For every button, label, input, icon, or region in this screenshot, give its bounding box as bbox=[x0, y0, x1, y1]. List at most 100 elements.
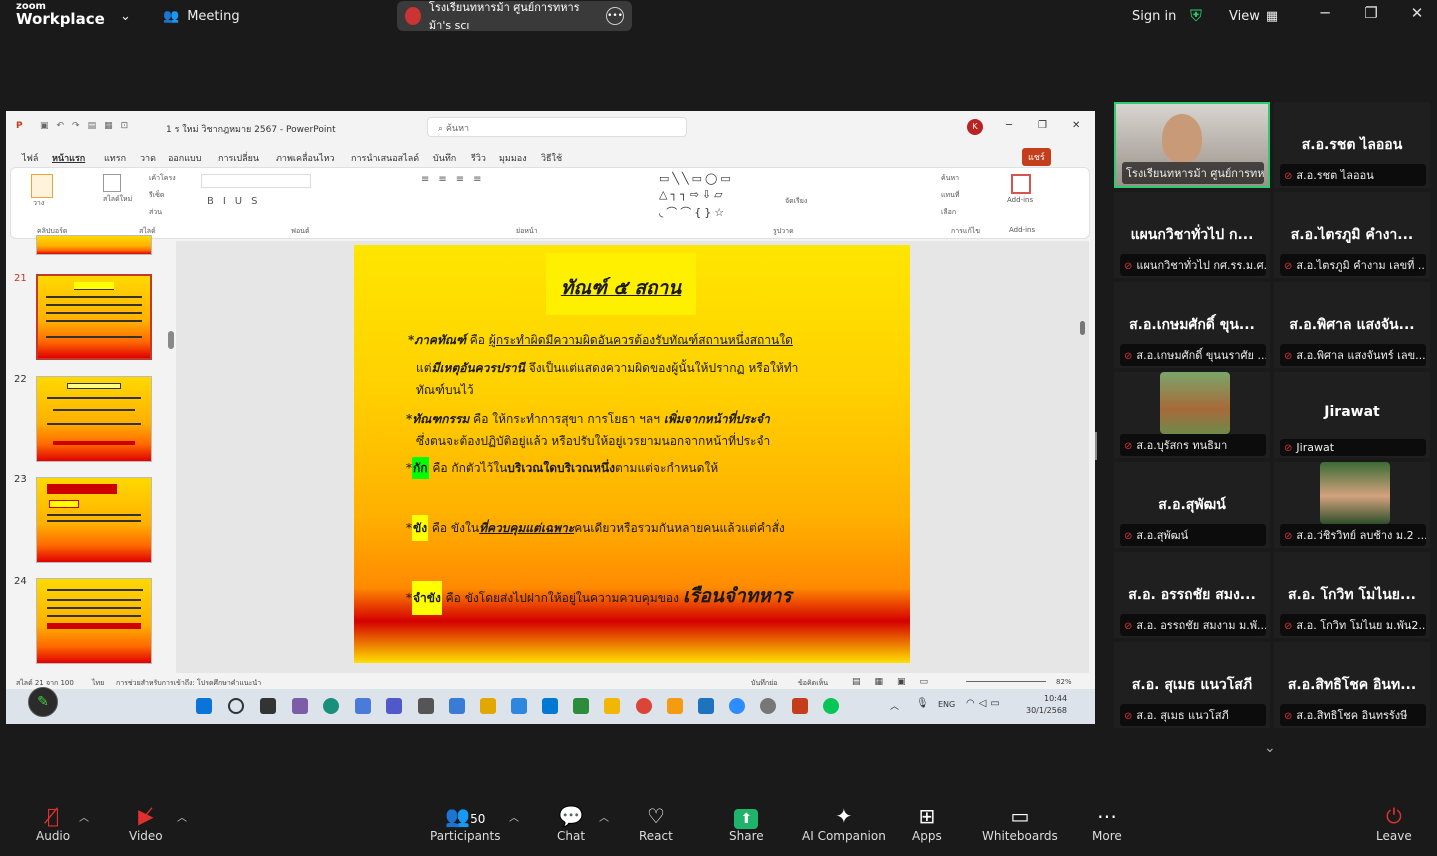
edge-icon[interactable] bbox=[323, 698, 339, 714]
mic-tray-icon[interactable]: 🎙 bbox=[916, 698, 929, 709]
paste-icon[interactable] bbox=[31, 174, 53, 198]
calendar-icon[interactable] bbox=[511, 698, 527, 714]
tab-home[interactable]: หน้าแรก bbox=[52, 151, 85, 165]
participant-tile[interactable]: ส.อ.ไตรภูมิ คำงา... ⊘ ส.อ.ไตรภูมิ คำงาม เล… bbox=[1274, 192, 1430, 278]
clock-time[interactable]: 10:44 bbox=[1044, 694, 1067, 703]
maximize-icon[interactable]: ❐ bbox=[1356, 4, 1386, 22]
app-icon[interactable] bbox=[480, 698, 496, 714]
find-button[interactable]: ค้นหา bbox=[941, 173, 959, 184]
tab-transitions[interactable]: การเปลี่ยน bbox=[218, 151, 259, 165]
participant-tile[interactable]: Jirawat ⊘ Jirawat bbox=[1274, 372, 1430, 458]
participant-tile[interactable]: ส.อ.สิทธิโชค อินท... ⊘ ส.อ.สิทธิโชค อินทรร… bbox=[1274, 642, 1430, 728]
apps-button[interactable]: ⊞ Apps bbox=[912, 803, 942, 843]
slide-thumb-20[interactable] bbox=[36, 235, 152, 255]
leave-button[interactable]: ⏻ Leave bbox=[1376, 803, 1412, 843]
app-icon[interactable] bbox=[573, 698, 589, 714]
participant-tile[interactable]: ส.อ. สุเมธ แนวโสภี ⊘ ส.อ. สุเมธ แนวโสภี bbox=[1114, 642, 1270, 728]
zoom-percent[interactable]: 82% bbox=[1056, 678, 1072, 686]
view-mode-icons[interactable]: ▤▦▣▭ bbox=[852, 677, 942, 687]
search-icon[interactable] bbox=[228, 698, 244, 714]
participant-tile[interactable]: ⊘ ส.อ.บุรัสกร ทนธิมา bbox=[1114, 372, 1270, 458]
tab-view[interactable]: มุมมอง bbox=[499, 151, 527, 165]
share-source-pill[interactable]: โรงเรียนทหารม้า ศูนย์การทหารม้า's scı ••… bbox=[397, 1, 632, 32]
quick-access-icons[interactable]: ▣↶↷▤▦⊡ bbox=[40, 121, 136, 131]
folder-icon[interactable] bbox=[604, 698, 620, 714]
font-format-icons[interactable]: BIUS bbox=[207, 196, 266, 207]
slide-thumb-22[interactable] bbox=[36, 376, 152, 462]
task-view-icon[interactable] bbox=[260, 698, 276, 714]
chrome-icon[interactable] bbox=[636, 698, 652, 714]
tray-icons[interactable]: ◠◁▭ bbox=[966, 698, 1004, 709]
react-button[interactable]: ♡ React bbox=[639, 803, 673, 843]
app-icon[interactable] bbox=[698, 698, 714, 714]
meeting-button[interactable]: 👥 Meeting bbox=[163, 0, 240, 32]
participants-caret-icon[interactable]: ︿ bbox=[509, 809, 519, 824]
canvas-scrollbar[interactable] bbox=[1080, 321, 1085, 335]
line-icon[interactable] bbox=[823, 698, 839, 714]
slide-thumb-23[interactable] bbox=[36, 477, 152, 563]
shapes-gallery-row2[interactable]: △┐┐⇨⇩▱ bbox=[659, 188, 726, 201]
zoom-app-icon[interactable] bbox=[729, 698, 745, 714]
addins-button[interactable]: Add-ins bbox=[1007, 196, 1033, 204]
tab-help[interactable]: วิธีใช้ bbox=[541, 151, 562, 165]
participant-tile[interactable]: ส.อ.สุพัฒน์ ⊘ ส.อ.สุพัฒน์ bbox=[1114, 462, 1270, 548]
ppt-share-button[interactable]: แชร์ bbox=[1022, 148, 1051, 166]
gallery-chevron-down-icon[interactable]: ⌄ bbox=[1264, 740, 1276, 756]
participant-tile[interactable]: แผนกวิชาทั่วไป ก... ⊘ แผนกวิชาทั่วไป กศ.รร… bbox=[1114, 192, 1270, 278]
tab-animations[interactable]: ภาพเคลื่อนไหว bbox=[276, 151, 335, 165]
ppt-minimize-icon[interactable]: ─ bbox=[1006, 120, 1012, 131]
participant-tile[interactable]: ส.อ. โกวิท โมไนย... ⊘ ส.อ. โกวิท โมไนย ม.พ… bbox=[1274, 552, 1430, 638]
addins-icon[interactable] bbox=[1011, 174, 1031, 194]
clock-date[interactable]: 30/1/2568 bbox=[1026, 706, 1067, 715]
app-icon[interactable] bbox=[667, 698, 683, 714]
clock-icon[interactable] bbox=[418, 698, 434, 714]
replace-button[interactable]: แทนที่ bbox=[941, 190, 960, 201]
new-slide-button[interactable]: สไลด์ใหม่ bbox=[103, 194, 132, 205]
slide-thumb-24[interactable] bbox=[36, 578, 152, 664]
divider-handle[interactable] bbox=[1095, 432, 1097, 460]
paragraph-icons[interactable]: ≡≡≡≡ bbox=[421, 174, 491, 185]
whiteboards-button[interactable]: ▭ Whiteboards bbox=[982, 803, 1058, 843]
minimize-icon[interactable]: ─ bbox=[1310, 4, 1340, 22]
participants-button[interactable]: 👥50 Participants bbox=[430, 803, 501, 843]
pen-icon[interactable]: ✎ bbox=[28, 687, 58, 717]
video-caret-icon[interactable]: ︿ bbox=[177, 809, 187, 824]
more-icon[interactable]: ••• bbox=[606, 7, 624, 25]
app-icon[interactable] bbox=[355, 698, 371, 714]
reset-button[interactable]: รีเซ็ต bbox=[149, 190, 164, 201]
tab-design[interactable]: ออกแบบ bbox=[168, 151, 202, 165]
tab-draw[interactable]: วาด bbox=[140, 151, 156, 165]
audio-caret-icon[interactable]: ︿ bbox=[79, 809, 89, 824]
settings-icon[interactable] bbox=[760, 698, 776, 714]
select-button[interactable]: เลือก bbox=[941, 207, 956, 218]
notes-button[interactable]: บันทึกย่อ bbox=[751, 678, 777, 689]
status-language[interactable]: ไทย bbox=[92, 678, 104, 689]
language-indicator[interactable]: ENG bbox=[938, 700, 955, 709]
paste-button[interactable]: วาง bbox=[33, 198, 44, 209]
video-button[interactable]: ▶̸ Video bbox=[129, 803, 163, 843]
user-avatar[interactable]: K bbox=[967, 119, 983, 135]
tray-chevron-icon[interactable]: ︿ bbox=[890, 699, 899, 712]
calculator-icon[interactable] bbox=[449, 698, 465, 714]
chat-button[interactable]: 💬 Chat bbox=[557, 803, 585, 843]
shapes-gallery-row3[interactable]: ◟⌒⌒{}☆ bbox=[659, 204, 727, 220]
close-icon[interactable]: ✕ bbox=[1402, 4, 1432, 22]
zoom-slider[interactable] bbox=[966, 681, 1046, 682]
comments-button[interactable]: ข้อคิดเห็น bbox=[798, 678, 828, 689]
participant-tile[interactable]: ⊘ ส.อ.ว่ชิรวิทย์ ลบช้าง ม.2 ... bbox=[1274, 462, 1430, 548]
share-button[interactable]: ⬆ Share bbox=[729, 803, 764, 843]
participant-tile[interactable]: ส.อ.เกษมศักดิ์ ขุน... ⊘ ส.อ.เกษมศักดิ์ ขุน… bbox=[1114, 282, 1270, 368]
tab-file[interactable]: ไฟล์ bbox=[22, 151, 38, 165]
audio-button[interactable]: 🎙̸ Audio bbox=[36, 803, 70, 843]
slide-thumb-21[interactable] bbox=[36, 274, 152, 360]
tab-review[interactable]: รีวิว bbox=[471, 151, 486, 165]
tab-slideshow[interactable]: การนำเสนอสไลด์ bbox=[351, 151, 419, 165]
tab-insert[interactable]: แทรก bbox=[104, 151, 126, 165]
more-button[interactable]: ⋯ More bbox=[1092, 803, 1122, 843]
ppt-restore-icon[interactable]: ❐ bbox=[1038, 120, 1047, 131]
tab-record[interactable]: บันทึก bbox=[433, 151, 456, 165]
section-button[interactable]: ส่วน bbox=[149, 207, 162, 218]
status-accessibility[interactable]: การช่วยสำหรับการเข้าถึง: โปรดศึกษาคำแนะน… bbox=[116, 678, 261, 689]
ai-companion-button[interactable]: ✦ AI Companion bbox=[802, 803, 886, 843]
participant-tile[interactable]: ส.อ.รชต ไลออน ⊘ ส.อ.รชต ไลออน bbox=[1274, 102, 1430, 188]
